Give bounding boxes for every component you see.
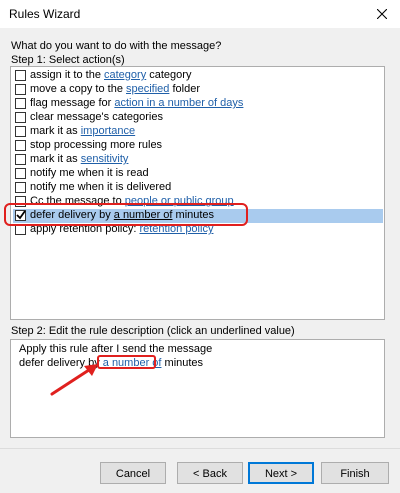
action-checkbox[interactable] — [15, 84, 26, 95]
cancel-button[interactable]: Cancel — [100, 462, 166, 484]
action-checkbox[interactable] — [15, 182, 26, 193]
rules-wizard-window: Rules Wizard What do you want to do with… — [0, 0, 400, 493]
annotation-arrow-icon — [50, 364, 98, 396]
action-checkbox[interactable] — [15, 112, 26, 123]
action-checkbox[interactable] — [15, 154, 26, 165]
action-checkbox[interactable] — [15, 70, 26, 81]
action-text: mark it as importance — [30, 125, 136, 137]
action-item[interactable]: clear message's categories — [13, 111, 383, 125]
description-line: Apply this rule after I send the message — [19, 343, 213, 355]
action-link[interactable]: specified — [126, 83, 169, 95]
action-text: move a copy to the specified folder — [30, 83, 200, 95]
action-item[interactable]: flag message for action in a number of d… — [13, 97, 383, 111]
step2-label: Step 2: Edit the rule description (click… — [11, 325, 295, 337]
action-item[interactable]: assign it to the category category — [13, 69, 383, 83]
action-item[interactable]: mark it as importance — [13, 125, 383, 139]
action-item[interactable]: stop processing more rules — [13, 139, 383, 153]
close-icon — [377, 9, 387, 19]
action-link[interactable]: sensitivity — [81, 153, 129, 165]
action-list[interactable]: assign it to the category category move … — [10, 66, 385, 320]
action-checkbox[interactable] — [15, 140, 26, 151]
action-link[interactable]: importance — [81, 125, 135, 137]
action-text: notify me when it is delivered — [30, 181, 172, 193]
action-text: notify me when it is read — [30, 167, 149, 179]
action-link[interactable]: category — [104, 69, 146, 81]
next-button[interactable]: Next > — [248, 462, 314, 484]
title-bar: Rules Wizard — [0, 0, 400, 28]
action-item[interactable]: mark it as sensitivity — [13, 153, 383, 167]
action-checkbox[interactable] — [15, 126, 26, 137]
action-item[interactable]: notify me when it is delivered — [13, 181, 383, 195]
step1-label: Step 1: Select action(s) — [11, 54, 125, 66]
window-title: Rules Wizard — [9, 7, 81, 21]
annotation-link-ring — [97, 355, 156, 369]
action-item[interactable]: notify me when it is read — [13, 167, 383, 181]
action-item[interactable]: move a copy to the specified folder — [13, 83, 383, 97]
action-checkbox[interactable] — [15, 168, 26, 179]
action-checkbox[interactable] — [15, 98, 26, 109]
action-text: assign it to the category category — [30, 69, 192, 81]
action-link[interactable]: action in a number of days — [114, 97, 243, 109]
prompt-text: What do you want to do with the message? — [11, 40, 222, 52]
action-text: mark it as sensitivity — [30, 153, 129, 165]
annotation-highlight-ring — [4, 203, 248, 226]
action-text: flag message for action in a number of d… — [30, 97, 244, 109]
back-button[interactable]: < Back — [177, 462, 243, 484]
action-text: stop processing more rules — [30, 139, 163, 151]
action-text: clear message's categories — [30, 111, 163, 123]
footer-divider — [0, 448, 400, 449]
finish-button[interactable]: Finish — [321, 462, 389, 484]
close-button[interactable] — [372, 4, 392, 24]
